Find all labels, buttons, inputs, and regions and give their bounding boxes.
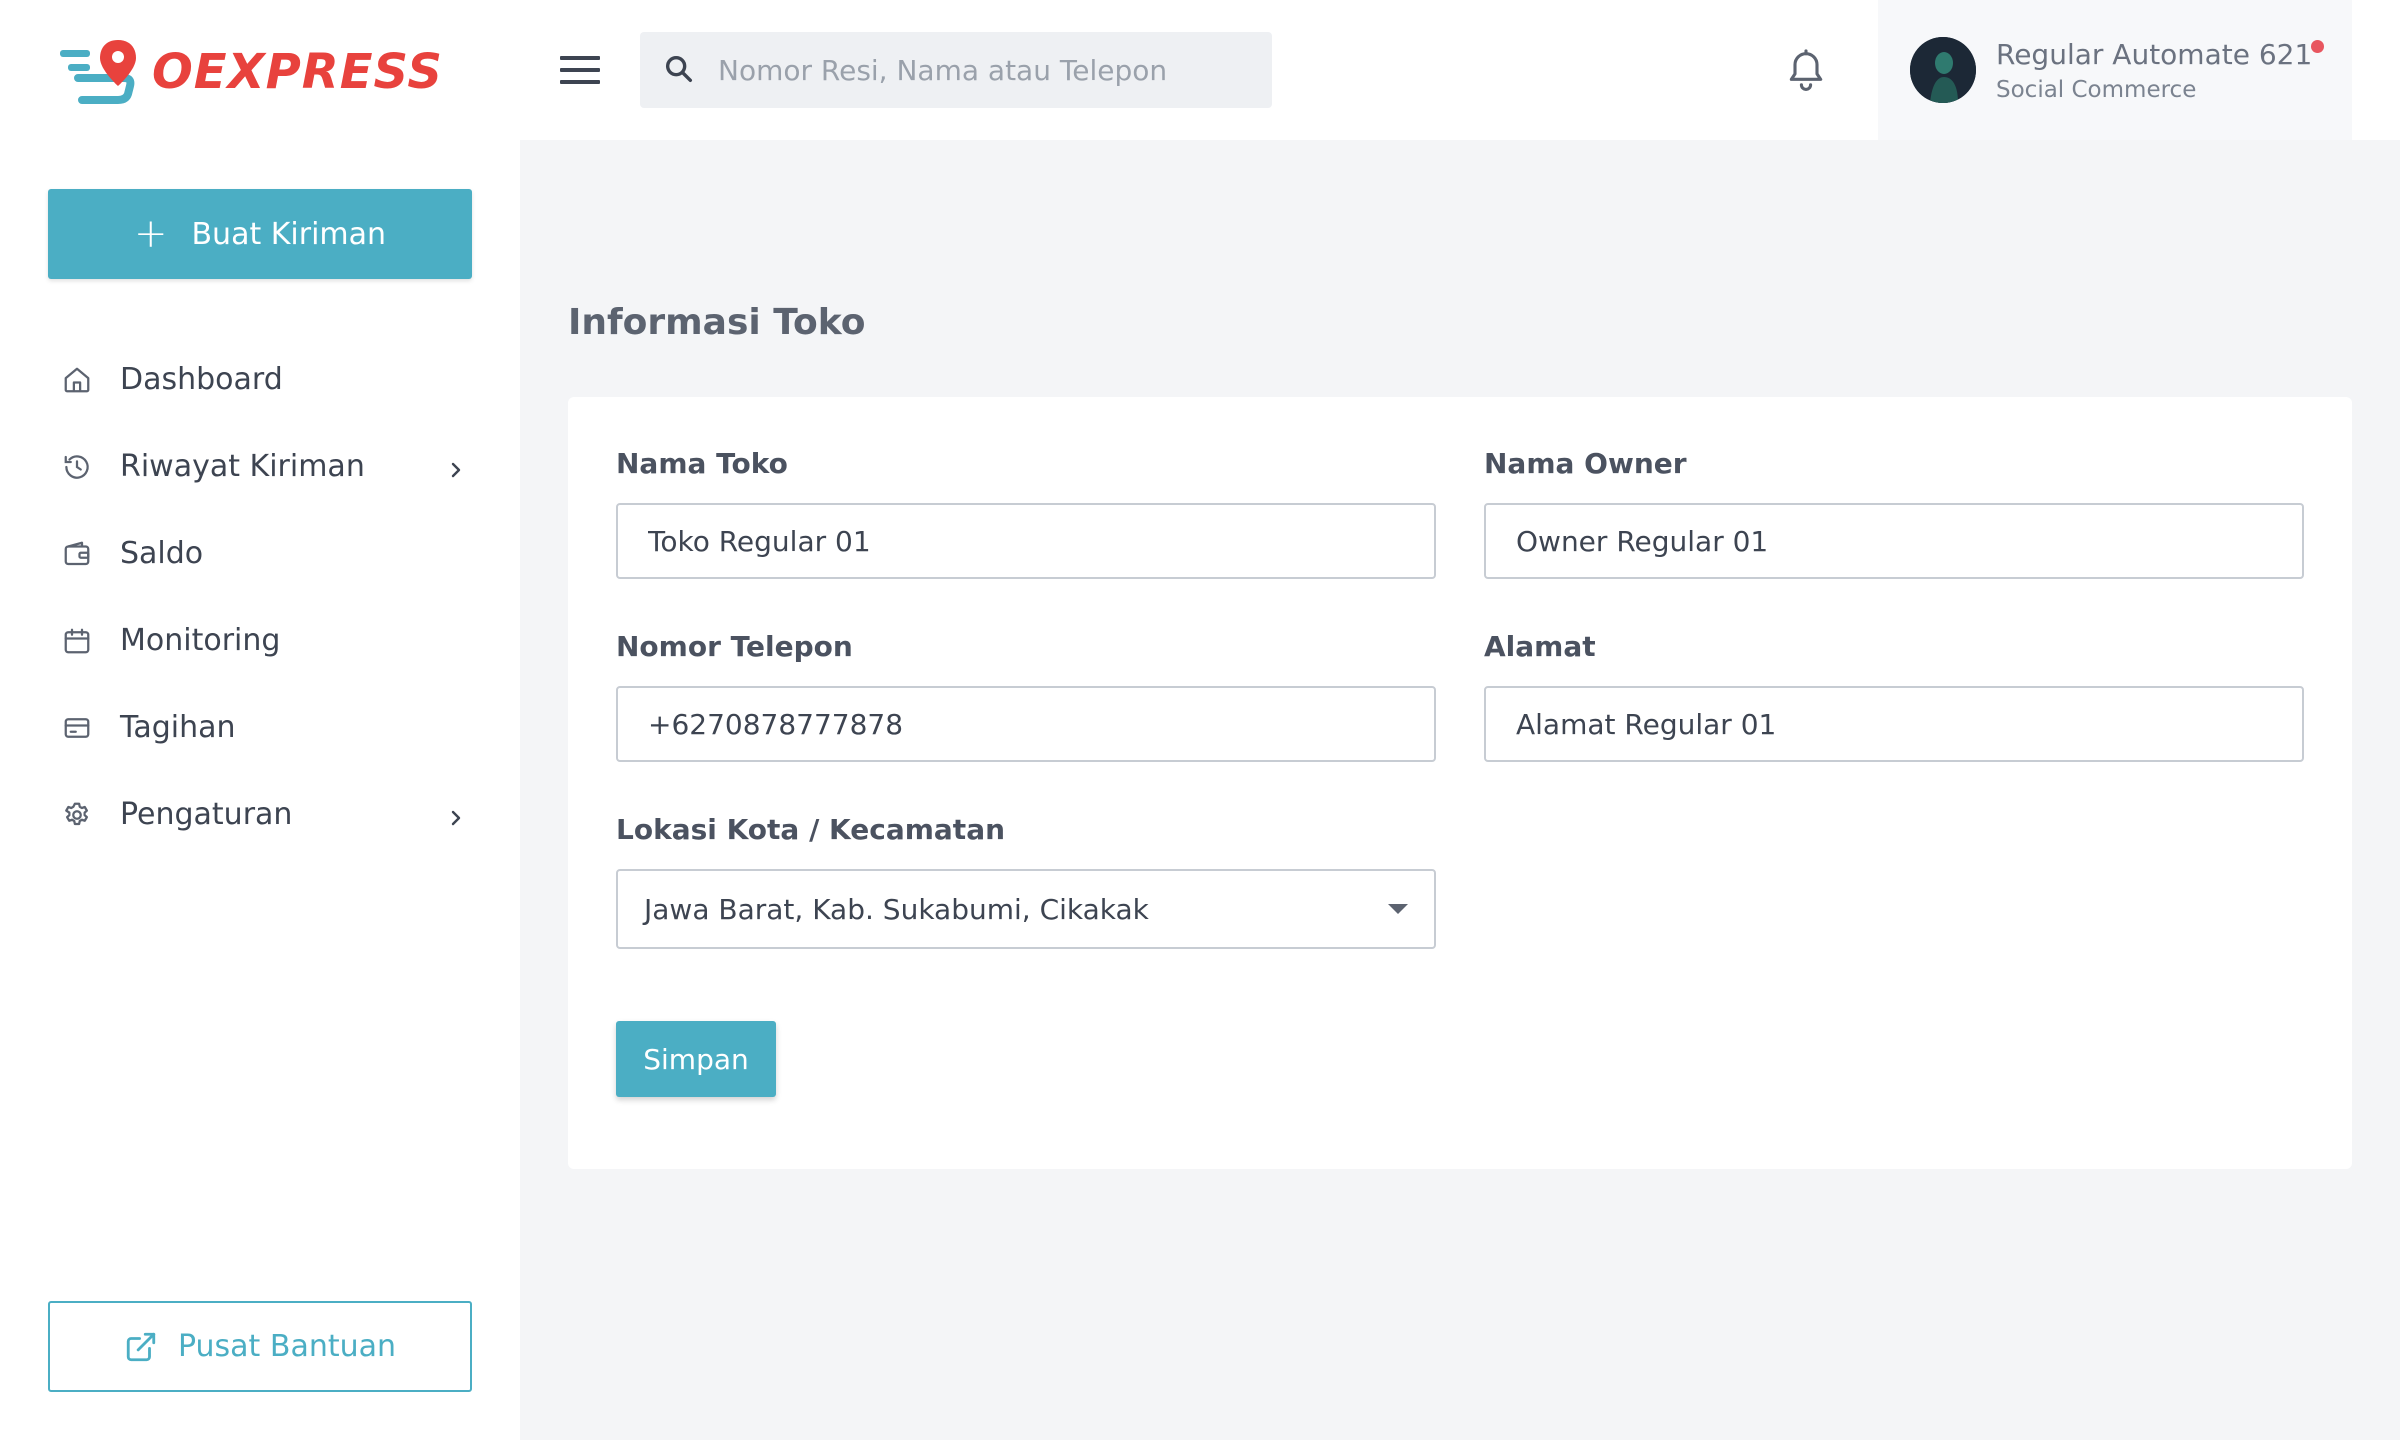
page-title: Informasi Toko	[568, 302, 866, 343]
location-select[interactable]: Jawa Barat, Kab. Sukabumi, Cikakak	[616, 869, 1436, 949]
phone-label: Nomor Telepon	[616, 630, 853, 663]
owner-name-field[interactable]	[1516, 524, 2302, 558]
plus-icon: +	[133, 211, 168, 257]
top-header: Regular Automate 621 Social Commerce	[520, 0, 2400, 140]
sidebar-nav: Dashboard Riwayat Kiriman Saldo Monitori…	[0, 336, 520, 858]
calendar-icon	[60, 624, 94, 658]
home-icon	[60, 363, 94, 397]
store-name-field-wrapper	[616, 503, 1436, 579]
sidebar-item-label: Monitoring	[120, 623, 281, 658]
help-center-label: Pusat Bantuan	[177, 1329, 397, 1364]
search-box[interactable]	[640, 32, 1272, 108]
sidebar-item-saldo[interactable]: Saldo	[0, 510, 520, 597]
create-shipment-button[interactable]: + Buat Kiriman	[48, 189, 472, 279]
save-button[interactable]: Simpan	[616, 1021, 776, 1097]
address-field[interactable]	[1516, 707, 2302, 741]
chevron-right-icon	[444, 455, 468, 479]
user-name: Regular Automate 621	[1996, 37, 2313, 71]
sidebar-item-dashboard[interactable]: Dashboard	[0, 336, 520, 423]
external-link-icon	[124, 1330, 158, 1364]
caret-down-icon	[1388, 904, 1408, 914]
sidebar-item-pengaturan[interactable]: Pengaturan	[0, 771, 520, 858]
notification-bell-icon[interactable]	[1784, 48, 1828, 96]
phone-field-wrapper	[616, 686, 1436, 762]
sidebar-item-riwayat-kiriman[interactable]: Riwayat Kiriman	[0, 423, 520, 510]
help-center-button[interactable]: Pusat Bantuan	[48, 1301, 472, 1392]
sidebar: OEXPRESS + Buat Kiriman Dashboard Riwaya…	[0, 0, 520, 1440]
address-field-wrapper	[1484, 686, 2304, 762]
location-selected-value: Jawa Barat, Kab. Sukabumi, Cikakak	[644, 892, 1149, 926]
wallet-icon	[60, 537, 94, 571]
owner-name-label: Nama Owner	[1484, 447, 1687, 480]
delivery-pin-icon	[58, 36, 148, 108]
brand-logo[interactable]: OEXPRESS	[58, 36, 443, 108]
location-label: Lokasi Kota / Kecamatan	[616, 813, 1006, 846]
avatar	[1910, 37, 1976, 103]
sidebar-item-label: Tagihan	[120, 710, 236, 745]
store-name-label: Nama Toko	[616, 447, 788, 480]
search-input[interactable]	[718, 53, 1258, 87]
credit-card-icon	[60, 711, 94, 745]
sidebar-item-monitoring[interactable]: Monitoring	[0, 597, 520, 684]
phone-field[interactable]	[648, 707, 1434, 741]
menu-toggle-icon[interactable]	[560, 56, 600, 86]
brand-name: OEXPRESS	[152, 44, 443, 100]
owner-name-field-wrapper	[1484, 503, 2304, 579]
chevron-right-icon	[444, 803, 468, 827]
store-info-form: Nama Toko Nama Owner Nomor Telepon Alama…	[568, 397, 2352, 1169]
user-role: Social Commerce	[1996, 76, 2197, 103]
sidebar-item-label: Pengaturan	[120, 797, 293, 832]
history-icon	[60, 450, 94, 484]
user-profile-menu[interactable]: Regular Automate 621 Social Commerce	[1878, 0, 2352, 140]
notification-dot-icon	[2311, 39, 2325, 53]
sidebar-item-tagihan[interactable]: Tagihan	[0, 684, 520, 771]
sidebar-item-label: Saldo	[120, 536, 204, 571]
user-info: Regular Automate 621 Social Commerce	[1996, 37, 2325, 103]
sidebar-item-label: Riwayat Kiriman	[120, 449, 365, 484]
search-icon	[662, 52, 698, 88]
create-shipment-label: Buat Kiriman	[191, 216, 387, 252]
store-name-field[interactable]	[648, 524, 1434, 558]
gear-icon	[60, 798, 94, 832]
sidebar-item-label: Dashboard	[120, 362, 283, 397]
address-label: Alamat	[1484, 630, 1596, 663]
